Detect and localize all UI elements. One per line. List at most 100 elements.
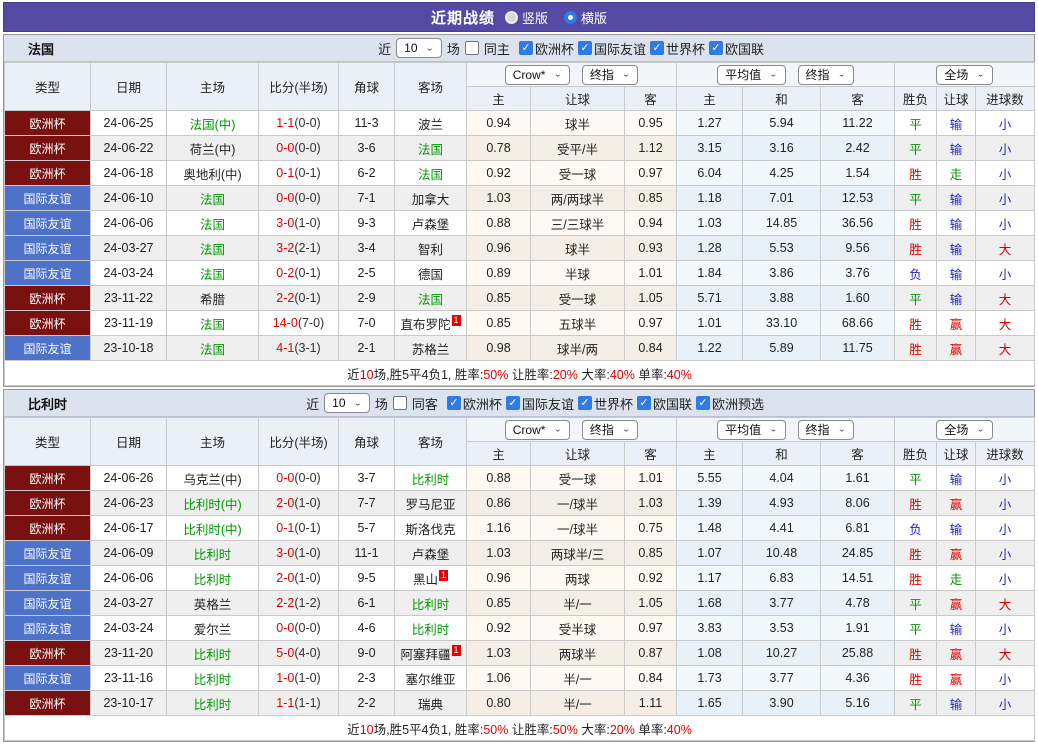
league-filter-item[interactable]: ✓ 欧洲杯 <box>446 394 502 413</box>
avg-away-cell: 36.56 <box>819 210 896 236</box>
checkbox-checked-icon[interactable]: ✓ <box>636 396 651 410</box>
radio-selected-icon[interactable] <box>504 10 518 24</box>
avg-draw-cell: 10.27 <box>742 640 821 666</box>
match-row: 国际友谊 24-06-09 比利时 3-0(1-0) 11-1 卢森堡 1.03 两球半/三 0… <box>4 540 1036 566</box>
avg-draw-cell: 10.48 <box>742 540 821 566</box>
checkbox-checked-icon[interactable]: ✓ <box>577 41 592 55</box>
radio-horizontal-layout[interactable]: 横版 <box>564 8 607 27</box>
col-goals-result: 进球数 <box>975 86 1036 111</box>
competition-cell: 国际友谊 <box>4 260 91 286</box>
average-select[interactable]: 平均值 ⌄ <box>717 419 786 440</box>
home-team-cell: 法国 <box>166 310 259 336</box>
goals-result-cell: 小 <box>975 515 1036 541</box>
same-venue-checkbox[interactable] <box>464 41 479 55</box>
rank-badge: 1 <box>439 570 449 582</box>
handicap-result-cell: 赢 <box>936 665 977 691</box>
summary-stat-value: 40% <box>609 367 635 382</box>
league-label: 欧洲杯 <box>462 396 502 412</box>
goals-result-cell: 大 <box>975 285 1036 311</box>
away-odds-cell: 0.93 <box>624 235 677 261</box>
league-filter-item[interactable]: ✓ 欧国联 <box>708 39 764 58</box>
score-cell: 3-2(2-1) <box>258 235 339 261</box>
bookmaker-value: Crow* <box>512 422 546 437</box>
checkbox-checked-icon[interactable]: ✓ <box>446 396 461 410</box>
avg-away-cell: 25.88 <box>819 640 896 666</box>
odds-stage-select[interactable]: 终指 ⌄ <box>581 419 639 440</box>
checkbox-checked-icon[interactable]: ✓ <box>518 41 533 55</box>
result-cell: 胜 <box>894 235 938 261</box>
bookmaker-select[interactable]: Crow* ⌄ <box>504 64 570 85</box>
away-team-cell: 智利 <box>394 235 467 261</box>
score-cell: 3-0(1-0) <box>258 210 339 236</box>
league-filter-item[interactable]: ✓ 国际友谊 <box>577 39 646 58</box>
recent-count-value: 10 <box>332 396 346 410</box>
handicap-result-cell: 赢 <box>936 590 977 616</box>
odds-stage-value: 终指 <box>589 68 614 82</box>
avg-away-cell: 12.53 <box>819 185 896 211</box>
date-cell: 23-10-17 <box>90 690 167 716</box>
home-odds-cell: 1.03 <box>466 185 531 211</box>
odds-stage-select[interactable]: 终指 ⌄ <box>581 64 639 85</box>
result-cell: 胜 <box>894 160 938 186</box>
date-cell: 24-06-17 <box>90 515 167 541</box>
avg-draw-cell: 6.83 <box>742 565 821 591</box>
result-cell: 胜 <box>894 310 938 336</box>
scope-select[interactable]: 全场 ⌄ <box>936 419 993 440</box>
result-cell: 平 <box>894 135 938 161</box>
checkbox-checked-icon[interactable]: ✓ <box>577 396 592 410</box>
summary-stat-value: 20% <box>552 367 578 382</box>
handicap-cell: 两/两球半 <box>530 185 625 211</box>
score-cell: 0-0(0-0) <box>258 185 339 211</box>
avg-away-cell: 3.76 <box>819 260 896 286</box>
scope-select[interactable]: 全场 ⌄ <box>936 64 993 85</box>
chevron-down-icon: ⌄ <box>837 70 846 79</box>
col-home: 主场 <box>166 417 259 466</box>
belgium-results-table: 类型 日期 主场 比分(半场) 角球 客场 Crow* ⌄ 终指 ⌄ 平均值 ⌄… <box>3 417 1036 741</box>
avg-home-cell: 1.84 <box>676 260 743 286</box>
radio-unselected-icon[interactable] <box>564 10 577 24</box>
average-stage-select[interactable]: 终指 ⌄ <box>797 64 854 85</box>
team-title: 法国 <box>28 41 55 57</box>
result-cell: 平 <box>894 185 938 211</box>
score-cell: 0-0(0-0) <box>258 615 339 641</box>
avg-home-cell: 1.07 <box>676 540 743 566</box>
average-select[interactable]: 平均值 ⌄ <box>717 64 786 85</box>
league-filter-item[interactable]: ✓ 世界杯 <box>577 394 633 413</box>
competition-cell: 欧洲杯 <box>4 465 91 491</box>
corner-cell: 2-1 <box>338 335 395 361</box>
match-row: 欧洲杯 24-06-25 法国(中) 1-1(0-0) 11-3 波兰 0.94 球半 0.95… <box>4 110 1036 136</box>
avg-home-cell: 1.18 <box>676 185 743 211</box>
away-team-cell: 塞尔维亚 <box>394 665 467 691</box>
avg-home-cell: 1.39 <box>676 490 743 516</box>
recent-count-select[interactable]: 10 ⌄ <box>396 38 442 58</box>
scope-value: 全场 <box>944 68 969 82</box>
checkbox-checked-icon[interactable]: ✓ <box>695 396 710 410</box>
avg-draw-cell: 3.86 <box>742 260 821 286</box>
away-odds-cell: 0.92 <box>624 565 677 591</box>
checkbox-checked-icon[interactable]: ✓ <box>649 41 664 55</box>
radio-vertical-layout[interactable]: 竖版 <box>504 8 548 27</box>
same-venue-checkbox[interactable] <box>392 396 407 410</box>
home-odds-cell: 0.88 <box>466 465 531 491</box>
league-filter-item[interactable]: ✓ 世界杯 <box>649 39 705 58</box>
away-team-cell: 阿塞拜疆 1 <box>394 640 467 666</box>
league-filter-item[interactable]: ✓ 欧洲预选 <box>695 394 764 413</box>
col-odds-home: 主 <box>466 86 531 111</box>
league-filter-item[interactable]: ✓ 国际友谊 <box>505 394 574 413</box>
checkbox-checked-icon[interactable]: ✓ <box>505 396 520 410</box>
corner-cell: 11-1 <box>338 540 395 566</box>
handicap-cell: 两球半 <box>530 640 625 666</box>
corner-cell: 9-0 <box>338 640 395 666</box>
handicap-result-cell: 输 <box>936 690 977 716</box>
bookmaker-select[interactable]: Crow* ⌄ <box>504 419 570 440</box>
score-cell: 2-2(0-1) <box>258 285 339 311</box>
competition-cell: 国际友谊 <box>4 590 91 616</box>
average-stage-select[interactable]: 终指 ⌄ <box>797 419 854 440</box>
league-filter-item[interactable]: ✓ 欧国联 <box>636 394 692 413</box>
date-cell: 23-10-18 <box>90 335 167 361</box>
corner-cell: 3-4 <box>338 235 395 261</box>
recent-count-select[interactable]: 10 ⌄ <box>324 393 370 413</box>
col-date: 日期 <box>90 62 167 111</box>
checkbox-checked-icon[interactable]: ✓ <box>708 41 723 55</box>
league-filter-item[interactable]: ✓ 欧洲杯 <box>518 39 574 58</box>
